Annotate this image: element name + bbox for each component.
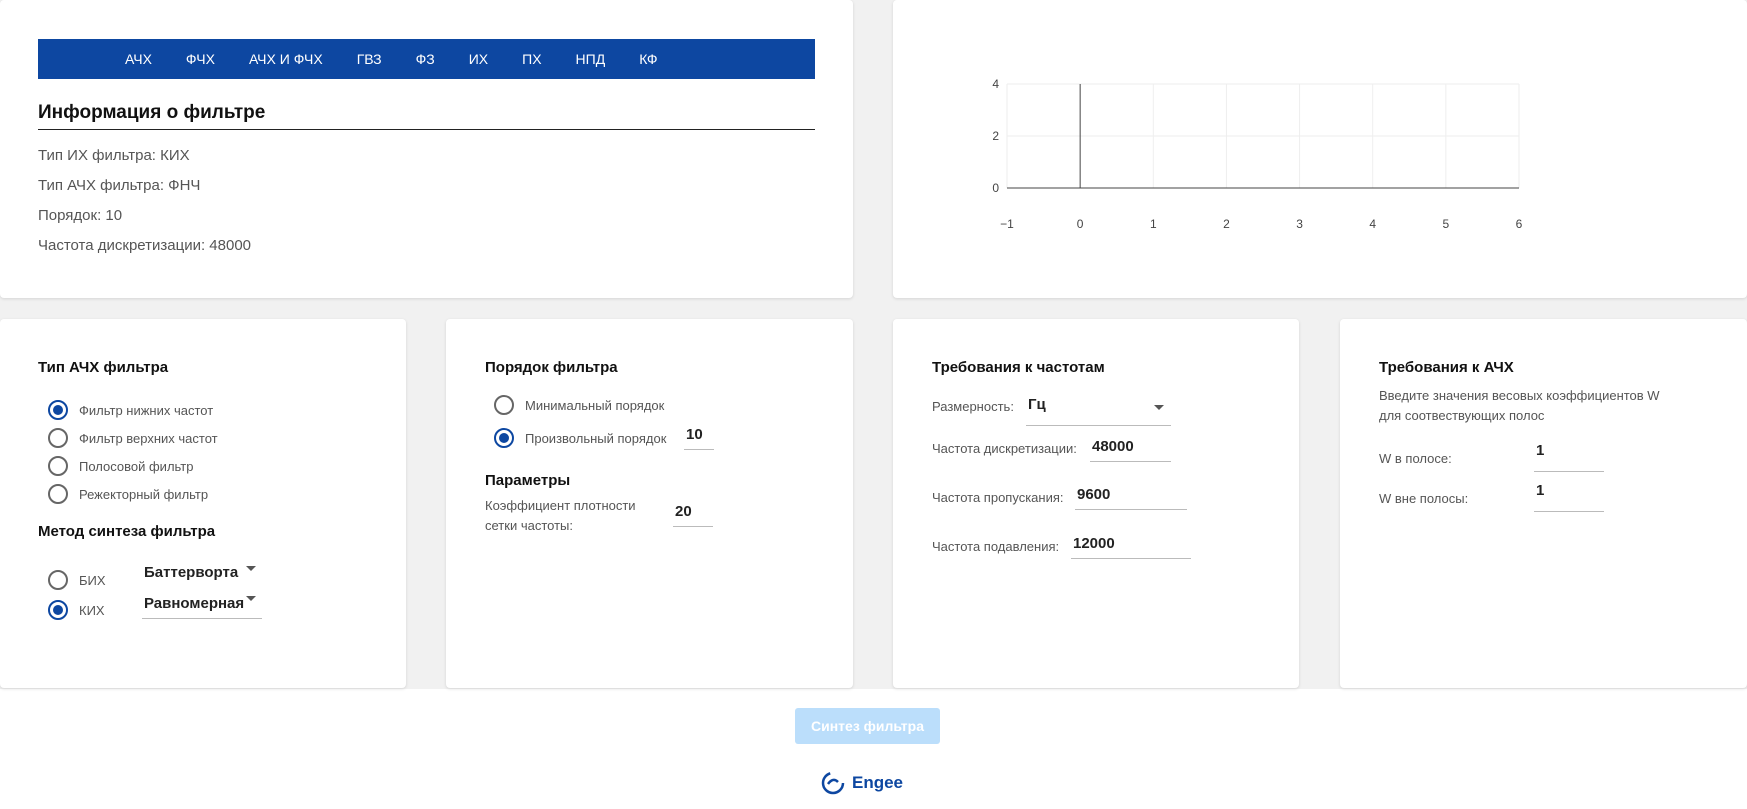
order-input[interactable]: 10: [684, 424, 714, 450]
radio-button[interactable]: [48, 400, 68, 420]
frequency-title: Требования к частотам: [932, 359, 1105, 376]
radio-fir[interactable]: КИХ: [48, 600, 105, 620]
ir-type-text: Тип ИХ фильтра: КИХ: [38, 147, 190, 164]
radio-button[interactable]: [494, 395, 514, 415]
radio-label: Полосовой фильтр: [79, 458, 194, 474]
params-title: Параметры: [485, 472, 571, 489]
radio-min-order[interactable]: Минимальный порядок: [494, 395, 664, 415]
synthesize-button[interactable]: Синтез фильтра: [795, 708, 940, 744]
radio-bandpass[interactable]: Полосовой фильтр: [48, 456, 193, 476]
chevron-down-icon[interactable]: [246, 596, 256, 601]
w-in-input[interactable]: 1: [1534, 440, 1604, 472]
plot-card: −1 0 1 2 3 4 5 6 4 2 0: [893, 0, 1747, 298]
radio-label: БИХ: [79, 572, 106, 588]
plot-tabs: АЧХ ФЧХ АЧХ И ФЧХ ГВЗ ФЗ ИХ ПХ НПД КФ: [38, 39, 815, 79]
brand-name: Engee: [852, 773, 904, 792]
unit-select[interactable]: Гц: [1026, 394, 1171, 426]
x-tick-label: 6: [1516, 217, 1523, 231]
tab-step-response[interactable]: ПХ: [505, 51, 558, 67]
radio-label: Фильтр нижних частот: [79, 402, 214, 418]
tab-afr[interactable]: АЧХ: [108, 51, 169, 67]
x-tick-label: −1: [1000, 217, 1014, 231]
radio-iir[interactable]: БИХ: [48, 570, 106, 590]
radio-label: Режекторный фильтр: [79, 486, 209, 502]
x-tick-label: 5: [1443, 217, 1450, 231]
sample-rate-input[interactable]: 48000: [1090, 436, 1171, 462]
radio-bandstop[interactable]: Режекторный фильтр: [48, 484, 208, 504]
x-tick-label: 0: [1077, 217, 1084, 231]
fir-method-select[interactable]: Равномерная: [142, 593, 262, 619]
y-tick-label: 2: [992, 129, 999, 143]
radio-button[interactable]: [494, 428, 514, 448]
synthesis-method-title: Метод синтеза фильтра: [38, 523, 216, 540]
x-tick-label: 2: [1223, 217, 1230, 231]
radio-lowpass[interactable]: Фильтр нижних частот: [48, 400, 213, 420]
radio-label: Произвольный порядок: [525, 430, 667, 446]
filter-type-title: Тип АЧХ фильтра: [38, 359, 169, 376]
tab-afr-pfr[interactable]: АЧХ И ФЧХ: [232, 51, 340, 67]
radio-button[interactable]: [48, 428, 68, 448]
stopband-input[interactable]: 12000: [1071, 533, 1191, 559]
x-tick-label: 4: [1369, 217, 1376, 231]
w-out-input[interactable]: 1: [1534, 480, 1604, 512]
engee-logo-icon: [821, 771, 845, 795]
passband-label: Частота пропускания:: [932, 490, 1064, 505]
tab-group-delay[interactable]: ГВЗ: [340, 51, 399, 67]
chevron-down-icon[interactable]: [246, 566, 256, 571]
afr-hint: Введите значения весовых коэффициентов W: [1379, 388, 1660, 403]
radio-label: Минимальный порядок: [525, 397, 665, 413]
tab-pfr[interactable]: ФЧХ: [169, 51, 232, 67]
passband-input[interactable]: 9600: [1075, 484, 1187, 510]
radio-button[interactable]: [48, 484, 68, 504]
density-label: Коэффициент плотности: [485, 498, 636, 513]
y-tick-label: 0: [992, 181, 999, 195]
radio-button[interactable]: [48, 600, 68, 620]
order-text: Порядок: 10: [38, 207, 123, 224]
tab-zeros-poles[interactable]: НПД: [559, 51, 623, 67]
footer-brand: Engee: [820, 770, 903, 796]
radio-button[interactable]: [48, 456, 68, 476]
w-out-label: W вне полосы:: [1379, 491, 1469, 506]
y-tick-label: 4: [992, 77, 999, 91]
sample-rate-label: Частота дискретизации:: [932, 441, 1077, 456]
w-in-label: W в полосе:: [1379, 451, 1452, 466]
tab-impulse-response[interactable]: ИХ: [452, 51, 505, 67]
chevron-down-icon[interactable]: [1154, 405, 1164, 410]
radio-label: Фильтр верхних частот: [79, 430, 218, 446]
tab-phase-delay[interactable]: ФЗ: [399, 51, 452, 67]
afr-type-text: Тип АЧХ фильтра: ФНЧ: [38, 177, 201, 194]
density-input[interactable]: 20: [673, 501, 713, 527]
filter-order-title: Порядок фильтра: [485, 359, 618, 376]
radio-button[interactable]: [48, 570, 68, 590]
filter-info-title: Информация о фильтре: [38, 102, 815, 130]
x-tick-label: 3: [1296, 217, 1303, 231]
density-label-2: сетки частоты:: [485, 518, 573, 533]
sample-rate-text: Частота дискретизации: 48000: [38, 237, 252, 254]
plot-chart[interactable]: −1 0 1 2 3 4 5 6 4 2 0: [893, 0, 1747, 298]
tab-coefficients[interactable]: КФ: [622, 51, 674, 67]
radio-label: КИХ: [79, 602, 105, 618]
x-tick-label: 1: [1150, 217, 1157, 231]
stopband-label: Частота подавления:: [932, 539, 1060, 554]
iir-method-select[interactable]: Баттерворта: [142, 562, 262, 588]
radio-highpass[interactable]: Фильтр верхних частот: [48, 428, 218, 448]
radio-custom-order[interactable]: Произвольный порядок: [494, 428, 666, 448]
unit-label: Размерность:: [932, 399, 1014, 414]
afr-hint-2: для соотвествующих полос: [1379, 408, 1545, 423]
afr-requirements-title: Требования к АЧХ: [1379, 359, 1514, 376]
